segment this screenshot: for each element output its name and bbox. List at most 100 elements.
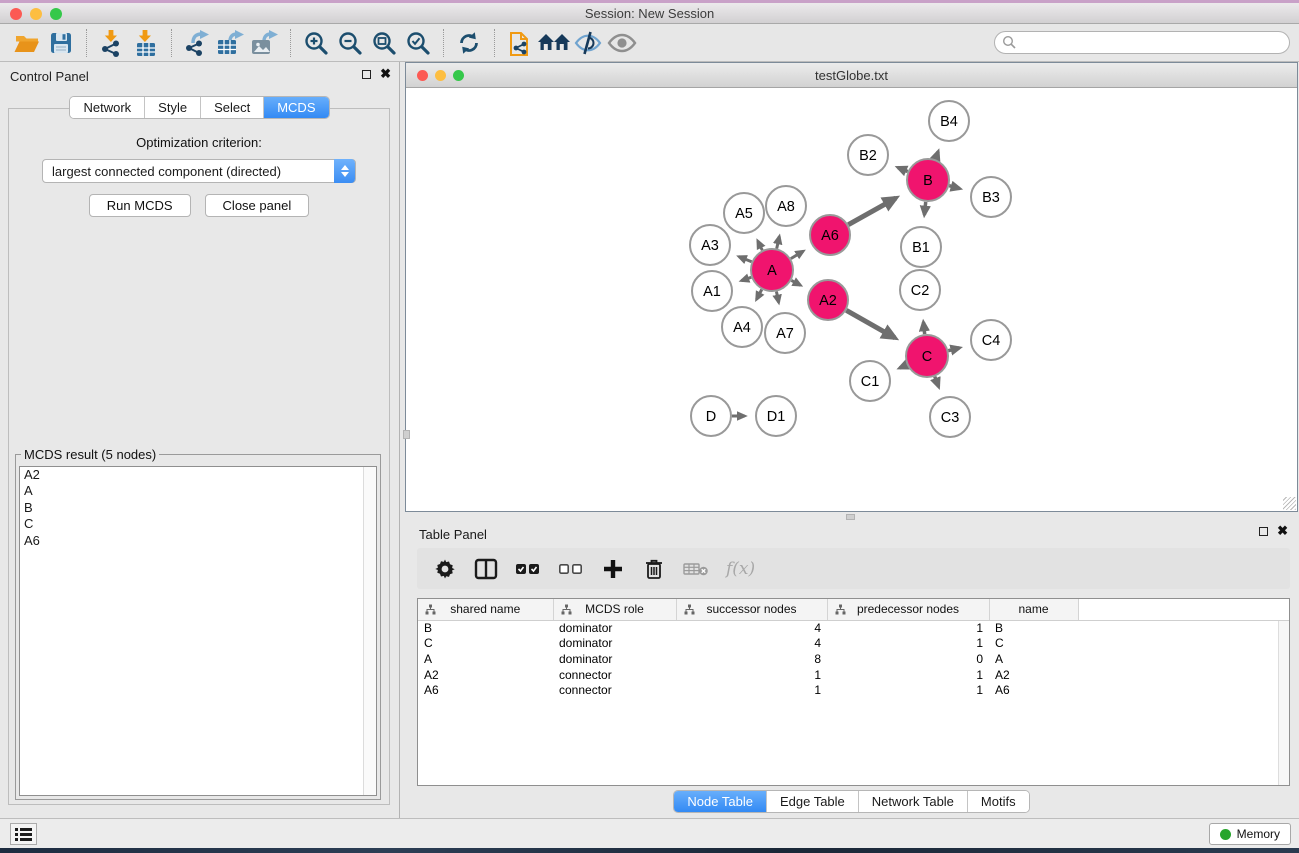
cell-successor-nodes[interactable]: 8 [676, 651, 827, 667]
cell-successor-nodes[interactable]: 1 [676, 682, 827, 698]
table-row[interactable]: A2connector11A2 [418, 667, 1289, 683]
node-C3[interactable]: C3 [930, 397, 970, 437]
cell-predecessor-nodes[interactable]: 1 [827, 667, 989, 683]
float-panel-icon[interactable] [362, 70, 371, 79]
cell-MCDS-role[interactable]: dominator [553, 620, 676, 636]
result-item-c[interactable]: C [20, 516, 376, 532]
minimize-window-button[interactable] [30, 8, 42, 20]
cell-successor-nodes[interactable]: 1 [676, 667, 827, 683]
cell-predecessor-nodes[interactable]: 1 [827, 620, 989, 636]
node-A2[interactable]: A2 [808, 280, 848, 320]
node-D1[interactable]: D1 [756, 396, 796, 436]
node-B4[interactable]: B4 [929, 101, 969, 141]
cell-predecessor-nodes[interactable]: 1 [827, 682, 989, 698]
table-tab-motifs[interactable]: Motifs [968, 791, 1029, 812]
node-D[interactable]: D [691, 396, 731, 436]
column-header-shared-name[interactable]: shared name [418, 599, 553, 620]
edge-A-A4[interactable] [757, 289, 762, 299]
node-B3[interactable]: B3 [971, 177, 1011, 217]
close-panel-icon[interactable]: ✖ [380, 69, 391, 79]
eye-slash-button[interactable] [571, 28, 605, 58]
edge-A-A5[interactable] [758, 241, 763, 250]
zoom-selected-button[interactable] [401, 28, 435, 58]
function-builder-button[interactable]: f(x) [726, 555, 755, 583]
memory-button[interactable]: Memory [1209, 823, 1291, 845]
node-B2[interactable]: B2 [848, 135, 888, 175]
cell-predecessor-nodes[interactable]: 1 [827, 636, 989, 652]
node-A7[interactable]: A7 [765, 313, 805, 353]
import-table-button[interactable] [129, 28, 163, 58]
zoom-window-button[interactable] [50, 8, 62, 20]
edge-A-A8[interactable] [777, 236, 780, 248]
cell-shared-name[interactable]: A6 [418, 682, 553, 698]
table-row[interactable]: A6connector11A6 [418, 682, 1289, 698]
delete-table-button[interactable] [683, 555, 709, 583]
split-table-button[interactable] [474, 555, 498, 583]
edge-B-B4[interactable] [935, 152, 938, 160]
table-row[interactable]: Bdominator41B [418, 620, 1289, 636]
table-row[interactable]: Cdominator41C [418, 636, 1289, 652]
network-window-titlebar[interactable]: testGlobe.txt [406, 63, 1297, 88]
table-row[interactable]: Adominator80A [418, 651, 1289, 667]
cell-MCDS-role[interactable]: dominator [553, 636, 676, 652]
network-minimize-button[interactable] [435, 70, 446, 81]
column-header-predecessor-nodes[interactable]: predecessor nodes [827, 599, 989, 620]
node-C2[interactable]: C2 [900, 270, 940, 310]
app-titlebar[interactable]: Session: New Session [0, 3, 1299, 24]
search-field[interactable] [994, 31, 1290, 54]
network-canvas[interactable]: AA1A2A3A4A5A6A7A8BB1B2B3B4CC1C2C3C4DD1 [406, 88, 1297, 511]
edge-A-A2[interactable] [791, 280, 800, 285]
tab-style[interactable]: Style [145, 97, 201, 118]
cell-name[interactable]: C [989, 636, 1078, 652]
table-tab-node-table[interactable]: Node Table [674, 791, 767, 812]
cell-MCDS-role[interactable]: connector [553, 667, 676, 683]
delete-column-button[interactable] [642, 555, 666, 583]
cell-name[interactable]: A6 [989, 682, 1078, 698]
cell-shared-name[interactable]: B [418, 620, 553, 636]
criterion-select[interactable]: largest connected component (directed) [42, 159, 356, 183]
table-tab-edge-table[interactable]: Edge Table [767, 791, 859, 812]
result-item-a2[interactable]: A2 [20, 467, 376, 483]
float-table-panel-icon[interactable] [1259, 527, 1268, 536]
node-C[interactable]: C [906, 335, 948, 377]
cell-name[interactable]: A2 [989, 667, 1078, 683]
table-tab-network-table[interactable]: Network Table [859, 791, 968, 812]
cell-predecessor-nodes[interactable]: 0 [827, 651, 989, 667]
window-controls[interactable] [10, 8, 62, 20]
edge-B-B1[interactable] [924, 202, 925, 215]
homes-button[interactable] [537, 28, 571, 58]
export-image-button[interactable] [248, 28, 282, 58]
edge-C-C3[interactable] [935, 377, 939, 387]
node-C1[interactable]: C1 [850, 361, 890, 401]
result-item-a[interactable]: A [20, 483, 376, 499]
close-window-button[interactable] [10, 8, 22, 20]
table-scrollbar[interactable] [1278, 621, 1289, 785]
mcds-result-list[interactable]: A2ABCA6 [19, 466, 377, 796]
tab-network[interactable]: Network [70, 97, 145, 118]
network-from-file-button[interactable] [503, 28, 537, 58]
cell-MCDS-role[interactable]: dominator [553, 651, 676, 667]
edge-B-B3[interactable] [949, 186, 959, 189]
node-A6[interactable]: A6 [810, 215, 850, 255]
node-A4[interactable]: A4 [722, 307, 762, 347]
save-session-button[interactable] [44, 28, 78, 58]
splitter-grip-left[interactable] [403, 430, 410, 439]
network-zoom-button[interactable] [453, 70, 464, 81]
eye-button[interactable] [605, 28, 639, 58]
node-A8[interactable]: A8 [766, 186, 806, 226]
edge-C-C1[interactable] [900, 365, 907, 368]
edge-B-B2[interactable] [898, 167, 908, 171]
cell-shared-name[interactable]: C [418, 636, 553, 652]
window-resize-grip[interactable] [1283, 497, 1296, 510]
edge-A-A1[interactable] [741, 277, 751, 280]
column-header-name[interactable]: name [989, 599, 1078, 620]
cell-shared-name[interactable]: A2 [418, 667, 553, 683]
close-panel-button[interactable]: Close panel [205, 194, 310, 217]
cell-successor-nodes[interactable]: 4 [676, 620, 827, 636]
edge-A-A6[interactable] [791, 251, 803, 259]
edge-A-A3[interactable] [739, 257, 752, 262]
tab-select[interactable]: Select [201, 97, 264, 118]
import-network-button[interactable] [95, 28, 129, 58]
edge-A-A7[interactable] [776, 292, 778, 303]
show-panels-button[interactable] [10, 823, 37, 845]
